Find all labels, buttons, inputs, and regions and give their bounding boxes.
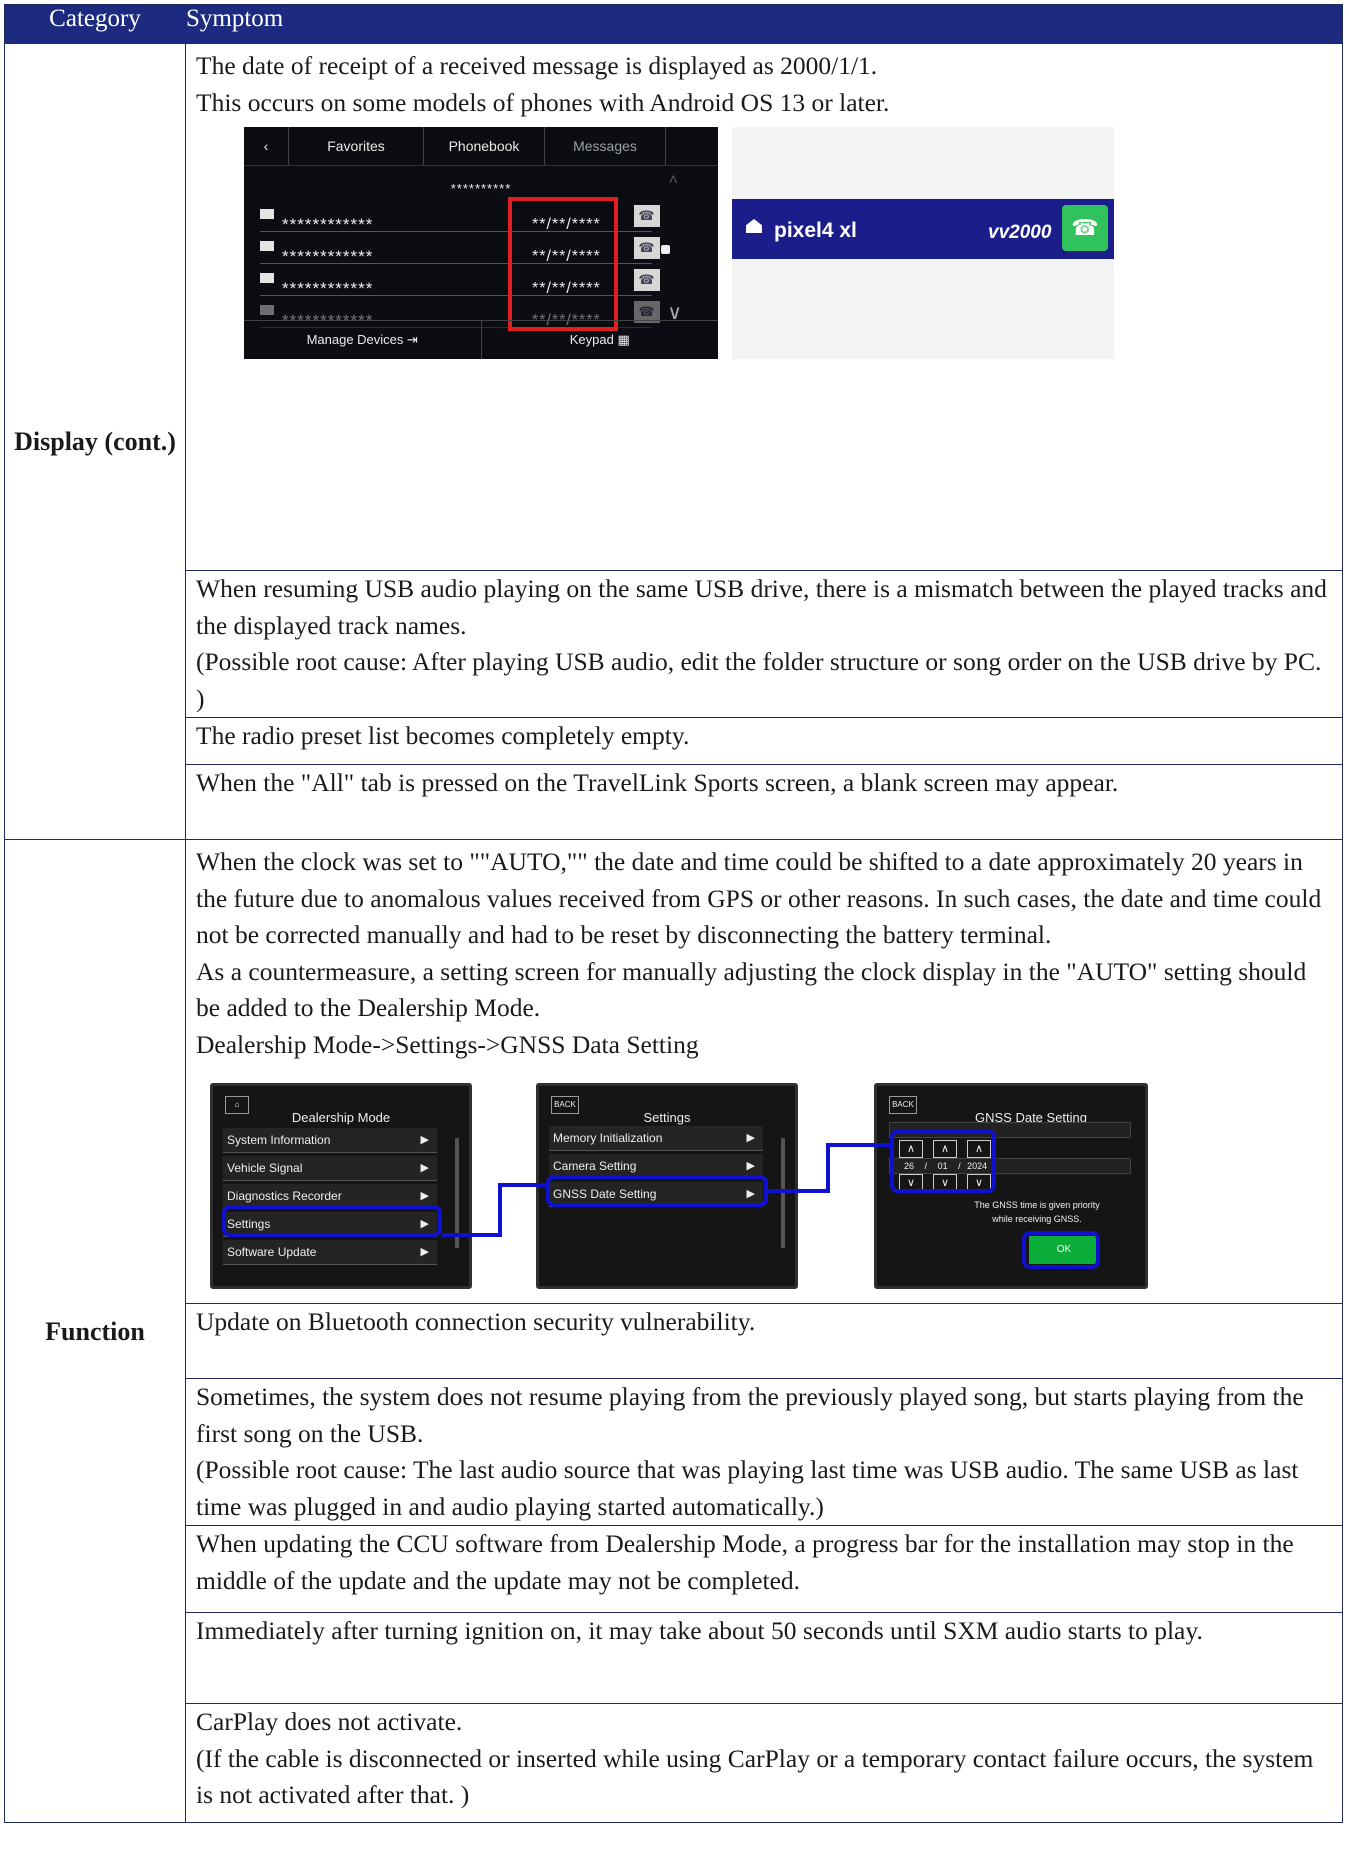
category-function: Function <box>4 839 186 1823</box>
symptom-text: The radio preset list becomes completely… <box>196 721 690 750</box>
category-label: Display (cont.) <box>14 427 176 456</box>
manage-devices-label: Manage Devices ⇥ <box>306 332 418 347</box>
connector-line <box>442 1233 502 1237</box>
dealership-mode-screen: ⌂ Dealership Mode System Information ▶ Ve… <box>210 1083 472 1289</box>
symptom-cell: When updating the CCU software from Deal… <box>185 1525 1343 1613</box>
scroll-thumb <box>661 245 670 254</box>
symptom-text: Sometimes, the system does not resume pl… <box>196 1382 1304 1448</box>
symptom-text: Update on Bluetooth connection security … <box>196 1307 756 1336</box>
chevron-right-icon: ▶ <box>746 1132 755 1144</box>
scrollbar <box>455 1138 459 1248</box>
symptom-cell: Update on Bluetooth connection security … <box>185 1303 1343 1379</box>
menu-item: System Information ▶ <box>223 1128 437 1153</box>
back-arrow-icon: ‹ <box>244 127 289 165</box>
symptom-cell: The radio preset list becomes completely… <box>185 717 1343 765</box>
symptom-text: (Possible root cause: After playing USB … <box>196 647 1322 713</box>
settings-highlight <box>222 1205 442 1237</box>
phone-icon: ☎ <box>634 237 660 259</box>
table-row: CarPlay does not activate. (If the cable… <box>5 1703 1343 1823</box>
connector-line <box>498 1183 548 1187</box>
menu-item: Vehicle Signal ▶ <box>223 1156 437 1181</box>
tab-favorites: Favorites <box>289 127 424 165</box>
chevron-right-icon: ▶ <box>420 1246 429 1258</box>
symptom-cell: When the clock was set to ""AUTO,"" the … <box>185 839 1343 1304</box>
tab-messages: Messages <box>545 127 666 165</box>
table-row: The radio preset list becomes completely… <box>5 717 1343 765</box>
keypad-label: Keypad ▦ <box>480 321 719 359</box>
date-picker-highlight <box>890 1129 996 1193</box>
phone-messages-screenshot: ‹ Favorites Phonebook Messages *********… <box>244 127 718 359</box>
connector-line <box>826 1143 892 1147</box>
envelope-icon <box>260 209 274 219</box>
screenshot-group: ‹ Favorites Phonebook Messages *********… <box>196 127 1332 363</box>
home-icon <box>746 219 762 233</box>
gnss-note: The GNSS time is given priority while re… <box>937 1198 1137 1226</box>
symptom-cell: Sometimes, the system does not resume pl… <box>185 1378 1343 1526</box>
symptom-text: This occurs on some models of phones wit… <box>196 87 890 117</box>
header-category: Category <box>4 4 186 44</box>
symptom-cell: When the "All" tab is pressed on the Tra… <box>185 764 1343 840</box>
category-display: Display (cont.) <box>4 43 186 840</box>
symptom-text: When the "All" tab is pressed on the Tra… <box>196 768 1119 797</box>
note-line: while receiving GNSS. <box>992 1214 1082 1224</box>
phone-icon: ☎ <box>634 205 660 227</box>
scroll-up-icon: ˄ <box>668 172 678 189</box>
envelope-open-icon <box>260 241 274 251</box>
symptom-text: Dealership Mode->Settings->GNSS Data Set… <box>196 1029 699 1059</box>
phone-icon: ☎ <box>1062 205 1108 251</box>
connector-line <box>768 1189 828 1193</box>
connector-line <box>826 1143 830 1193</box>
symptom-cell: CarPlay does not activate. (If the cable… <box>185 1703 1343 1823</box>
phone-tab-bar: ‹ Favorites Phonebook Messages <box>244 127 718 166</box>
notification-number: vv2000 <box>988 222 1052 243</box>
symptom-text: (Possible root cause: The last audio sou… <box>196 1455 1299 1521</box>
table-row: When updating the CCU software from Deal… <box>5 1525 1343 1613</box>
symptom-text: Immediately after turning ignition on, i… <box>196 1616 1203 1645</box>
dealership-screenshots: ⌂ Dealership Mode System Information ▶ Ve… <box>196 1071 1332 1293</box>
category-label: Function <box>45 1316 145 1346</box>
symptom-table: Category Symptom Display (cont.) The dat… <box>4 4 1343 1823</box>
back-button: BACK <box>889 1096 917 1114</box>
table-row: Sometimes, the system does not resume pl… <box>5 1378 1343 1526</box>
symptom-text: When the clock was set to ""AUTO,"" the … <box>196 847 1322 949</box>
table-row: Immediately after turning ignition on, i… <box>5 1612 1343 1704</box>
connector-line <box>498 1183 502 1237</box>
scrollbar <box>781 1138 785 1248</box>
table-row: When resuming USB audio playing on the s… <box>5 570 1343 718</box>
envelope-open-icon <box>260 273 274 283</box>
symptom-text: CarPlay does not activate. <box>196 1707 463 1736</box>
phone-bottom-bar: Manage Devices ⇥ Keypad ▦ <box>244 320 718 359</box>
table-row: When the "All" tab is pressed on the Tra… <box>5 764 1343 840</box>
device-name: pixel4 xl <box>774 219 857 242</box>
phone-icon: ☎ <box>634 269 660 291</box>
table-header-row: Category Symptom <box>4 4 1343 44</box>
symptom-text: (If the cable is disconnected or inserte… <box>196 1743 1314 1810</box>
menu-item: Software Update ▶ <box>223 1240 437 1265</box>
gnss-item-highlight <box>546 1175 768 1207</box>
table-row: Update on Bluetooth connection security … <box>5 1303 1343 1379</box>
tab-phonebook: Phonebook <box>424 127 545 165</box>
table-row: Function When the clock was set to ""AUT… <box>4 839 1343 1823</box>
symptom-text: When updating the CCU software from Deal… <box>196 1529 1294 1595</box>
symptom-cell: The date of receipt of a received messag… <box>185 43 1343 571</box>
header-symptom: Symptom <box>185 4 1343 44</box>
symptom-text: The date of receipt of a received messag… <box>196 51 878 80</box>
chevron-right-icon: ▶ <box>420 1134 429 1146</box>
table-row: Display (cont.) The date of receipt of a… <box>4 43 1343 840</box>
symptom-cell: When resuming USB audio playing on the s… <box>185 570 1343 718</box>
symptom-text: As a countermeasure, a setting screen fo… <box>196 956 1307 1023</box>
envelope-open-icon <box>260 305 274 315</box>
symptom-text: When resuming USB audio playing on the s… <box>196 574 1327 640</box>
ok-highlight <box>1022 1231 1100 1269</box>
symptom-cell: Immediately after turning ignition on, i… <box>185 1612 1343 1704</box>
chevron-right-icon: ▶ <box>420 1162 429 1174</box>
date-highlight-box <box>508 197 618 331</box>
incoming-notification: pixel4 xl vv2000 ☎ <box>732 199 1114 259</box>
note-line: The GNSS time is given priority <box>974 1200 1100 1210</box>
menu-item: Memory Initialization ▶ <box>549 1126 763 1151</box>
